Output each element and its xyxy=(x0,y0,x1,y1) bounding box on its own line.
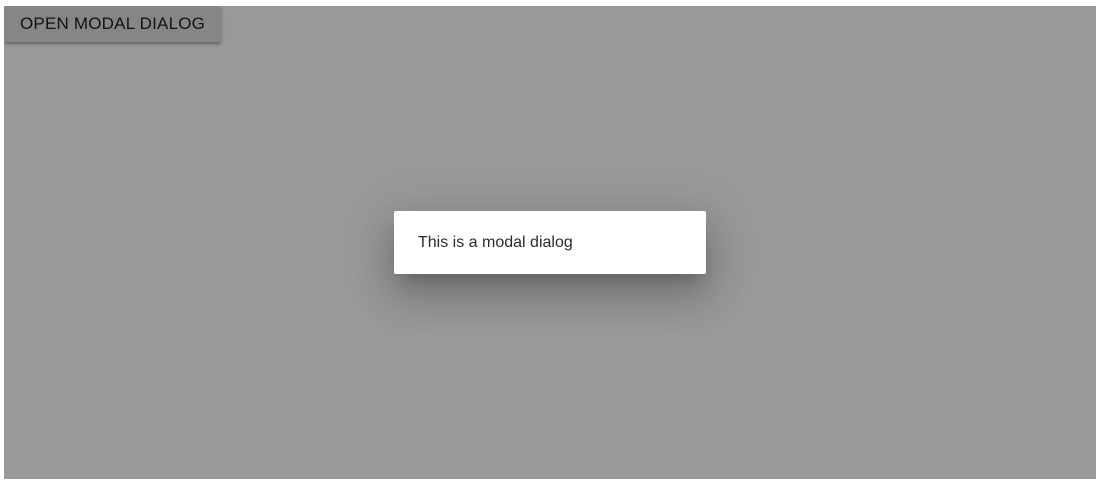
modal-dialog-message: This is a modal dialog xyxy=(418,234,573,251)
modal-dialog: This is a modal dialog xyxy=(394,211,706,274)
app-viewport: OPEN MODAL DIALOG This is a modal dialog xyxy=(4,6,1096,479)
